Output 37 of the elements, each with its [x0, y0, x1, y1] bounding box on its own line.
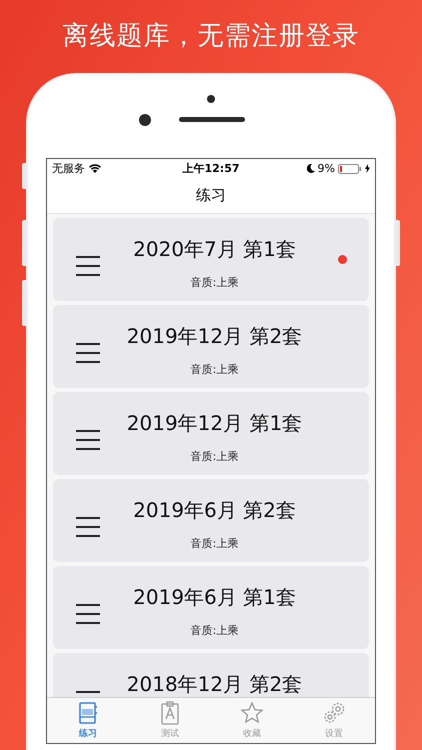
- quality-label: 音质:上乘: [190, 622, 238, 638]
- exam-card[interactable]: 2020年7月 第1套 音质:上乘: [53, 218, 369, 301]
- headline: 离线题库，无需注册登录: [62, 20, 360, 53]
- exam-title: 2018年12月 第2套: [126, 670, 302, 697]
- exam-title: 2019年6月 第2套: [133, 496, 296, 524]
- exam-title: 2019年12月 第2套: [126, 322, 302, 350]
- menu-icon: [76, 343, 100, 364]
- quality-label: 音质:上乘: [190, 274, 238, 290]
- battery-icon: [338, 164, 362, 174]
- menu-icon: [76, 430, 100, 450]
- exam-title: 2019年6月 第1套: [133, 584, 296, 611]
- quality-label: 音质:上乘: [190, 536, 238, 551]
- exam-card[interactable]: 2019年6月 第2套 音质:上乘: [53, 478, 369, 562]
- wifi-icon: [89, 164, 101, 174]
- quality-label: 音质:上乘: [190, 362, 238, 377]
- star-icon: [240, 700, 264, 725]
- moon-icon: [306, 164, 315, 174]
- exam-card[interactable]: 2019年12月 第1套 音质:上乘: [53, 392, 369, 475]
- sensor-dot: [207, 94, 215, 103]
- exam-card[interactable]: 2019年12月 第2套 音质:上乘: [53, 304, 369, 388]
- notebook-icon: [76, 700, 100, 725]
- exam-title: 2019年12月 第1套: [126, 410, 302, 437]
- nav-title: 练习: [196, 186, 226, 206]
- exam-card[interactable]: 2018年12月 第2套: [53, 652, 369, 697]
- charging-bolt-icon: [364, 164, 370, 174]
- carrier-text: 无服务: [52, 161, 85, 176]
- menu-icon: [76, 604, 100, 624]
- exam-title: 2020年7月 第1套: [133, 236, 296, 263]
- settings-icon: [322, 700, 346, 725]
- exam-card[interactable]: 2019年6月 第1套 音质:上乘: [53, 566, 369, 649]
- battery-percent: 9%: [318, 162, 335, 176]
- speaker-slot: [179, 117, 245, 122]
- camera-dot: [139, 114, 151, 126]
- menu-icon: [76, 517, 100, 538]
- status-time: 上午12:57: [182, 161, 240, 176]
- quality-label: 音质:上乘: [190, 448, 238, 464]
- menu-icon: [76, 256, 100, 276]
